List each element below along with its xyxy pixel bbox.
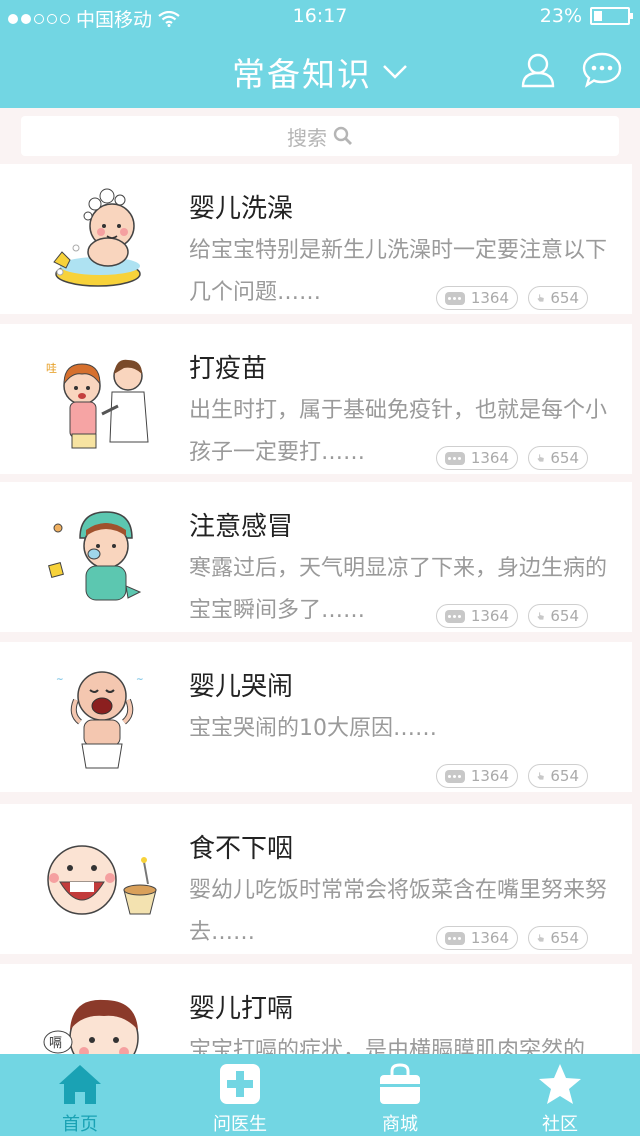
article-title: 食不下咽 [189, 834, 294, 864]
tab-label: 商城 [382, 1114, 418, 1135]
article-item-eating[interactable]: 食不下咽 婴幼儿吃饭时常常会将饭菜含在嘴里努来努去…… 1364 654 [0, 804, 632, 954]
comment-icon [445, 291, 465, 305]
like-count[interactable]: 654 [528, 286, 588, 310]
article-title: 婴儿哭闹 [189, 672, 294, 702]
search-bar[interactable]: 搜索 [21, 116, 619, 156]
search-label: 搜索 [287, 125, 327, 150]
svg-text:~: ~ [56, 675, 64, 685]
article-title: 打疫苗 [189, 354, 268, 384]
app-header: 常备知识 [0, 32, 640, 108]
medical-cross-icon [220, 1064, 260, 1104]
article-title: 注意感冒 [189, 512, 294, 542]
comment-count[interactable]: 1364 [436, 604, 518, 628]
article-item-cold[interactable]: 注意感冒 寒露过后，天气明显凉了下来，身边生病的宝宝瞬间多了…… 1364 65… [0, 482, 632, 632]
comment-count[interactable]: 1364 [436, 286, 518, 310]
like-count[interactable]: 654 [528, 446, 588, 470]
article-item-crying[interactable]: ~ ~ 婴儿哭闹 宝宝哭闹的10大原因…… 1364 654 [0, 642, 632, 792]
like-count[interactable]: 654 [528, 604, 588, 628]
status-bar: 中国移动 16:17 23% [0, 0, 640, 32]
hand-pointer-icon [537, 612, 544, 620]
tab-ask-doctor[interactable]: 问医生 [160, 1054, 320, 1136]
battery-icon [590, 7, 633, 25]
tab-home[interactable]: 首页 [0, 1054, 160, 1136]
home-icon [59, 1065, 101, 1104]
article-desc: 宝宝哭闹的10大原因…… [189, 716, 437, 741]
bottom-tab-bar: 首页 问医生 商城 社区 [0, 1054, 640, 1136]
comment-icon [445, 931, 465, 945]
search-icon [333, 126, 352, 145]
comment-icon [445, 451, 465, 465]
message-icon[interactable] [582, 52, 622, 88]
hand-pointer-icon [537, 454, 544, 462]
comment-count[interactable]: 1364 [436, 764, 518, 788]
tab-community[interactable]: 社区 [480, 1054, 640, 1136]
eating-illustration [47, 845, 157, 915]
star-icon [539, 1064, 581, 1104]
shopping-bag-icon [380, 1063, 420, 1104]
hiccup-label: 嗝 [49, 1036, 62, 1051]
comment-icon [445, 769, 465, 783]
article-title: 婴儿打嗝 [189, 994, 294, 1024]
user-icon[interactable] [520, 52, 556, 88]
chevron-down-icon [383, 65, 407, 79]
hand-pointer-icon [537, 934, 544, 942]
hand-pointer-icon [537, 294, 544, 302]
svg-text:~: ~ [136, 675, 144, 685]
tab-shop[interactable]: 商城 [320, 1054, 480, 1136]
search-area: 搜索 [0, 108, 640, 164]
article-title: 婴儿洗澡 [189, 194, 294, 224]
page-title: 常备知识 [232, 55, 372, 94]
comment-count[interactable]: 1364 [436, 446, 518, 470]
tab-label: 首页 [62, 1114, 98, 1135]
tab-label: 社区 [542, 1114, 578, 1135]
like-count[interactable]: 654 [528, 764, 588, 788]
svg-text:哇: 哇 [46, 362, 57, 375]
tab-label: 问医生 [213, 1114, 267, 1135]
comment-icon [445, 609, 465, 623]
like-count[interactable]: 654 [528, 926, 588, 950]
battery-percent: 23% [539, 5, 582, 27]
article-item-baby-bath[interactable]: 婴儿洗澡 给宝宝特别是新生儿洗澡时一定要注意以下几个问题…… 1364 654 [0, 164, 632, 314]
hand-pointer-icon [537, 772, 544, 780]
vaccine-illustration: 哇 [46, 359, 149, 449]
comment-count[interactable]: 1364 [436, 926, 518, 950]
crying-baby-illustration: ~ ~ [56, 671, 144, 769]
article-item-vaccine[interactable]: 哇 打疫苗 出生时打，属于基础免疫针，也就是每个小孩子一定要打…… 1364 6… [0, 324, 632, 474]
baby-bath-illustration [53, 188, 141, 287]
cold-illustration [48, 511, 142, 601]
